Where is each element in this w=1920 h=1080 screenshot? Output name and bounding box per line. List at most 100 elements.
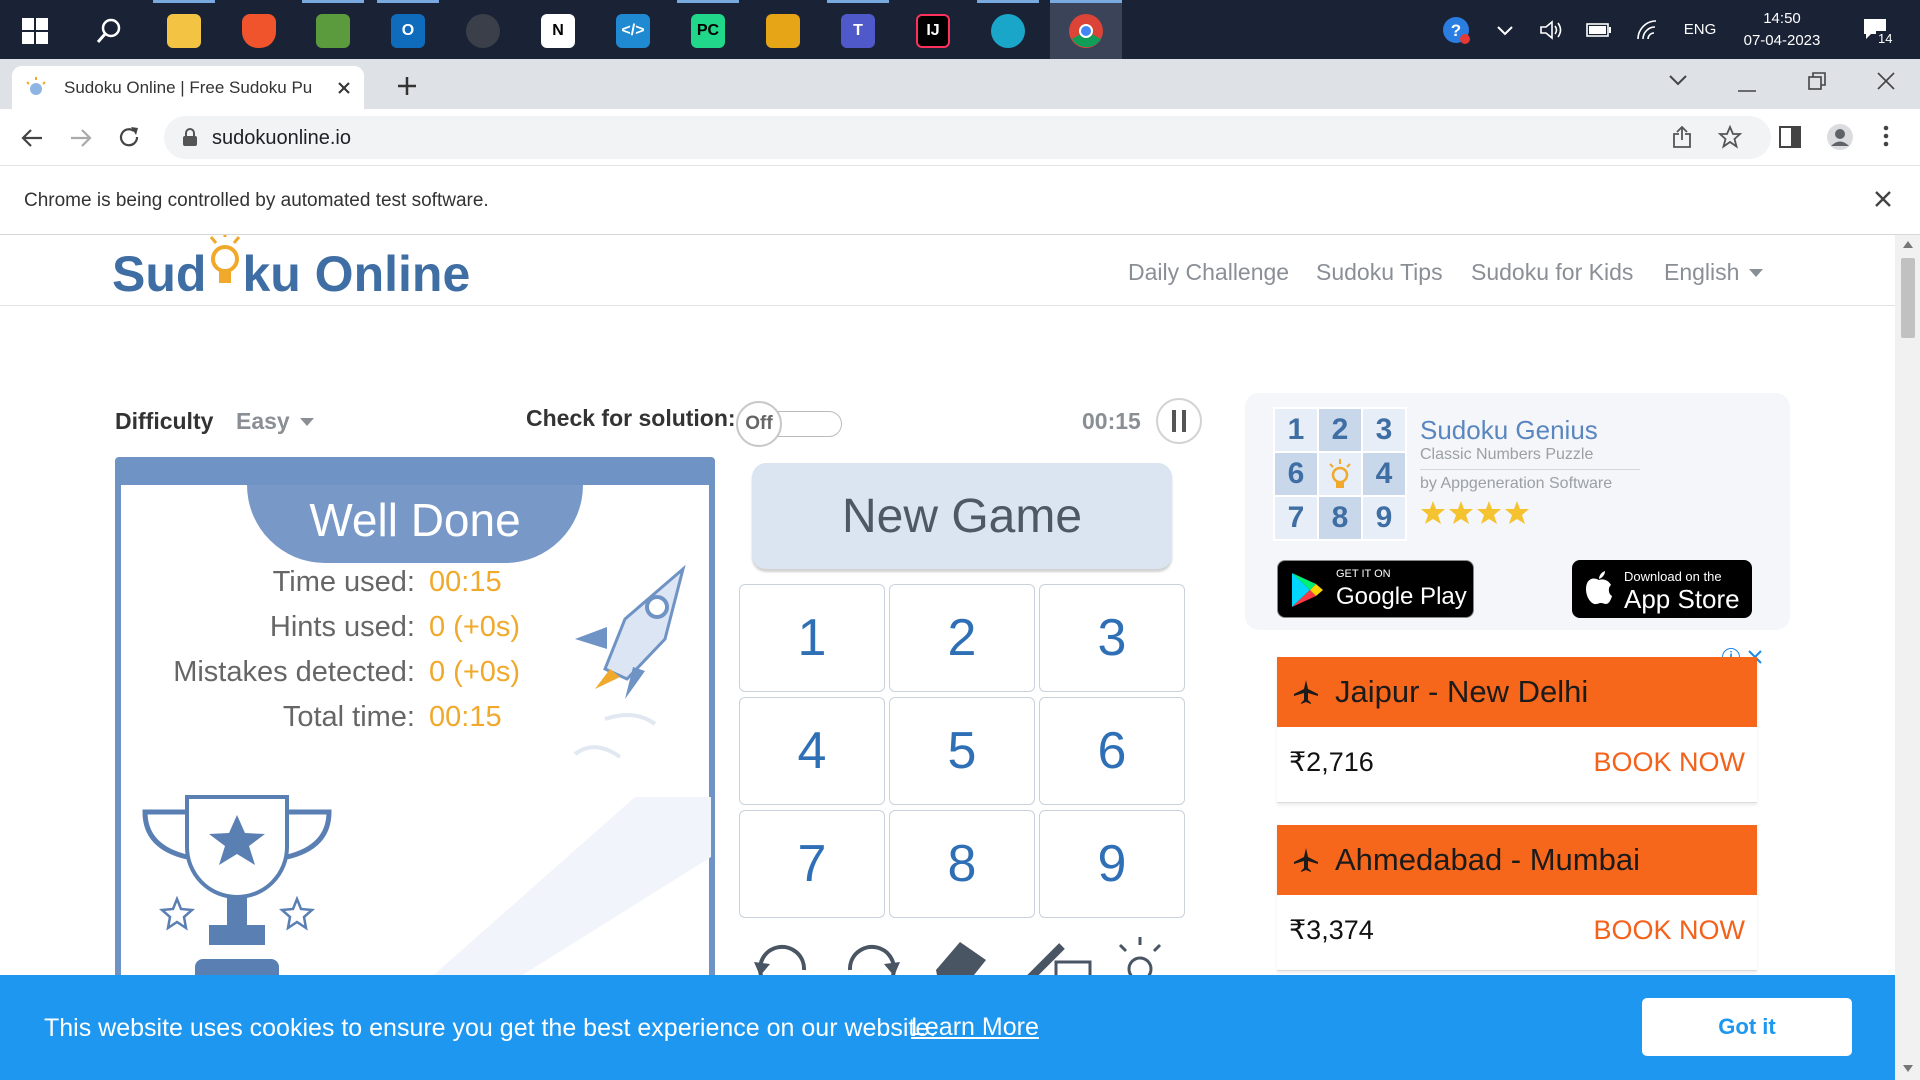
app-store-badge[interactable]: Download on the App Store [1572, 560, 1752, 618]
chevron-down-icon [1669, 75, 1687, 86]
taskbar-app-vscode[interactable]: </> [602, 0, 664, 59]
dbeaver-icon [466, 14, 500, 48]
side-panel-icon [1779, 126, 1801, 148]
side-panel-button[interactable] [1779, 126, 1801, 153]
well-done-title: Well Done [309, 494, 521, 546]
keypad-button-3[interactable]: 3 [1039, 584, 1185, 692]
promo-app-subtitle: Classic Numbers Puzzle [1420, 446, 1594, 463]
address-bar[interactable]: sudokuonline.io [164, 116, 1771, 159]
hint-lightbulb-icon[interactable] [1112, 935, 1168, 980]
chrome-menu-button[interactable] [1882, 124, 1890, 153]
keypad-button-2[interactable]: 2 [889, 584, 1035, 692]
cookie-got-it-button[interactable]: Got it [1642, 998, 1852, 1056]
browser-tab-strip: Sudoku Online | Free Sudoku Pu [0, 59, 1920, 109]
yed-icon [766, 14, 800, 48]
difficulty-dropdown[interactable]: Easy [236, 408, 314, 435]
keypad-button-5[interactable]: 5 [889, 697, 1035, 805]
volume-icon[interactable] [1535, 0, 1569, 59]
reload-button[interactable] [117, 125, 141, 154]
keypad-button-8[interactable]: 8 [889, 810, 1035, 918]
browser-tab[interactable]: Sudoku Online | Free Sudoku Pu [12, 66, 364, 109]
promo-grid-cell: 1 [1275, 409, 1317, 451]
taskbar-app-yed[interactable] [752, 0, 814, 59]
scroll-up-arrow-icon[interactable] [1903, 241, 1913, 248]
share-icon[interactable] [1670, 126, 1694, 150]
brave-icon [242, 14, 276, 48]
keypad-button-4[interactable]: 4 [739, 697, 885, 805]
airplane-icon [1294, 848, 1318, 872]
search-button[interactable] [78, 0, 140, 59]
notepad-icon [316, 14, 350, 48]
keypad-button-1[interactable]: 1 [739, 584, 885, 692]
close-tab-icon[interactable] [336, 80, 352, 96]
taskbar-app-edge[interactable] [977, 0, 1039, 59]
ad-book-now-button[interactable]: BOOK NOW [1593, 747, 1745, 778]
toggle-knob: Off [736, 401, 782, 447]
eraser-icon[interactable] [930, 940, 990, 980]
taskbar-app-chrome[interactable] [1050, 0, 1122, 59]
clock[interactable]: 14:50 07-04-2023 [1728, 0, 1836, 59]
cookie-learn-more-link[interactable]: Learn More [911, 1013, 1039, 1042]
close-window-button[interactable] [1876, 71, 1896, 96]
keypad-button-9[interactable]: 9 [1039, 810, 1185, 918]
infobar-close-button[interactable] [1874, 190, 1892, 213]
back-button[interactable] [20, 126, 44, 155]
taskbar-app-dbeaver[interactable] [452, 0, 514, 59]
battery-icon[interactable] [1582, 0, 1616, 59]
new-tab-button[interactable] [392, 71, 422, 101]
web-page: Sud ku Online Daily Challenge Sudoku Tips… [0, 235, 1895, 1080]
taskbar-app-pycharm[interactable]: PC [677, 0, 739, 59]
undo-icon[interactable] [752, 940, 812, 980]
pause-button[interactable] [1156, 398, 1202, 444]
nav-sudoku-tips[interactable]: Sudoku Tips [1316, 259, 1443, 286]
restore-button[interactable] [1808, 72, 1826, 95]
taskbar-app-brave[interactable] [228, 0, 290, 59]
taskbar-app-teams[interactable]: T [827, 0, 889, 59]
minimize-button[interactable] [1738, 80, 1756, 98]
new-game-button[interactable]: New Game [752, 463, 1172, 569]
url-text: sudokuonline.io [212, 127, 351, 149]
nav-daily-challenge[interactable]: Daily Challenge [1128, 259, 1289, 286]
flight-ad-card[interactable]: Ahmedabad - Mumbai ₹3,374 BOOK NOW [1277, 825, 1757, 971]
site-logo[interactable]: Sud ku Online [112, 235, 470, 305]
promo-grid-cell: 2 [1319, 409, 1361, 451]
taskbar-app-intellij[interactable]: IJ [902, 0, 964, 59]
help-icon: ? [1443, 16, 1470, 44]
taskbar-app-outlook[interactable]: O [377, 0, 439, 59]
scroll-down-arrow-icon[interactable] [1903, 1065, 1913, 1072]
redo-icon[interactable] [842, 940, 902, 980]
wifi-icon[interactable] [1630, 0, 1664, 59]
nav-sudoku-for-kids[interactable]: Sudoku for Kids [1471, 259, 1633, 286]
page-scrollbar[interactable] [1895, 235, 1920, 1080]
more-vert-icon [1883, 125, 1889, 147]
forward-button[interactable] [69, 126, 93, 155]
pycharm-icon: PC [691, 14, 725, 48]
taskbar-app-notion[interactable]: N [527, 0, 589, 59]
tab-search-button[interactable] [1668, 73, 1688, 92]
language-dropdown[interactable]: English [1664, 259, 1764, 286]
keypad-button-7[interactable]: 7 [739, 810, 885, 918]
keypad-button-6[interactable]: 6 [1039, 697, 1185, 805]
scrollbar-thumb[interactable] [1901, 258, 1915, 338]
check-solution-toggle[interactable]: Off [736, 401, 844, 447]
bookmark-star-icon[interactable] [1718, 125, 1742, 149]
vscode-icon: </> [616, 14, 650, 48]
profile-button[interactable] [1826, 123, 1854, 156]
avatar-icon [1827, 124, 1853, 150]
start-button[interactable] [4, 0, 66, 59]
flight-ad-card[interactable]: Jaipur - New Delhi ₹2,716 BOOK NOW [1277, 657, 1757, 803]
taskbar-app-notepad[interactable] [302, 0, 364, 59]
google-play-badge[interactable]: GET IT ON Google Play [1277, 560, 1474, 618]
pencil-notes-icon[interactable] [1022, 940, 1092, 980]
taskbar-app-file-explorer[interactable] [153, 0, 215, 59]
infobar-text: Chrome is being controlled by automated … [24, 190, 489, 211]
app-promo-card[interactable]: 1 2 3 6 4 7 8 9 Sudoku Genius Classic Nu… [1245, 393, 1790, 630]
caret-down-icon [299, 417, 314, 426]
notification-center-button[interactable]: 14 [1852, 0, 1900, 59]
tab-title: Sudoku Online | Free Sudoku Pu [64, 77, 313, 97]
lightbulb-icon [1329, 459, 1351, 488]
help-tray-icon[interactable]: ? [1438, 0, 1474, 59]
language-indicator[interactable]: ENG [1675, 0, 1725, 59]
ad-book-now-button[interactable]: BOOK NOW [1593, 915, 1745, 946]
chevron-up-icon[interactable] [1490, 0, 1520, 59]
